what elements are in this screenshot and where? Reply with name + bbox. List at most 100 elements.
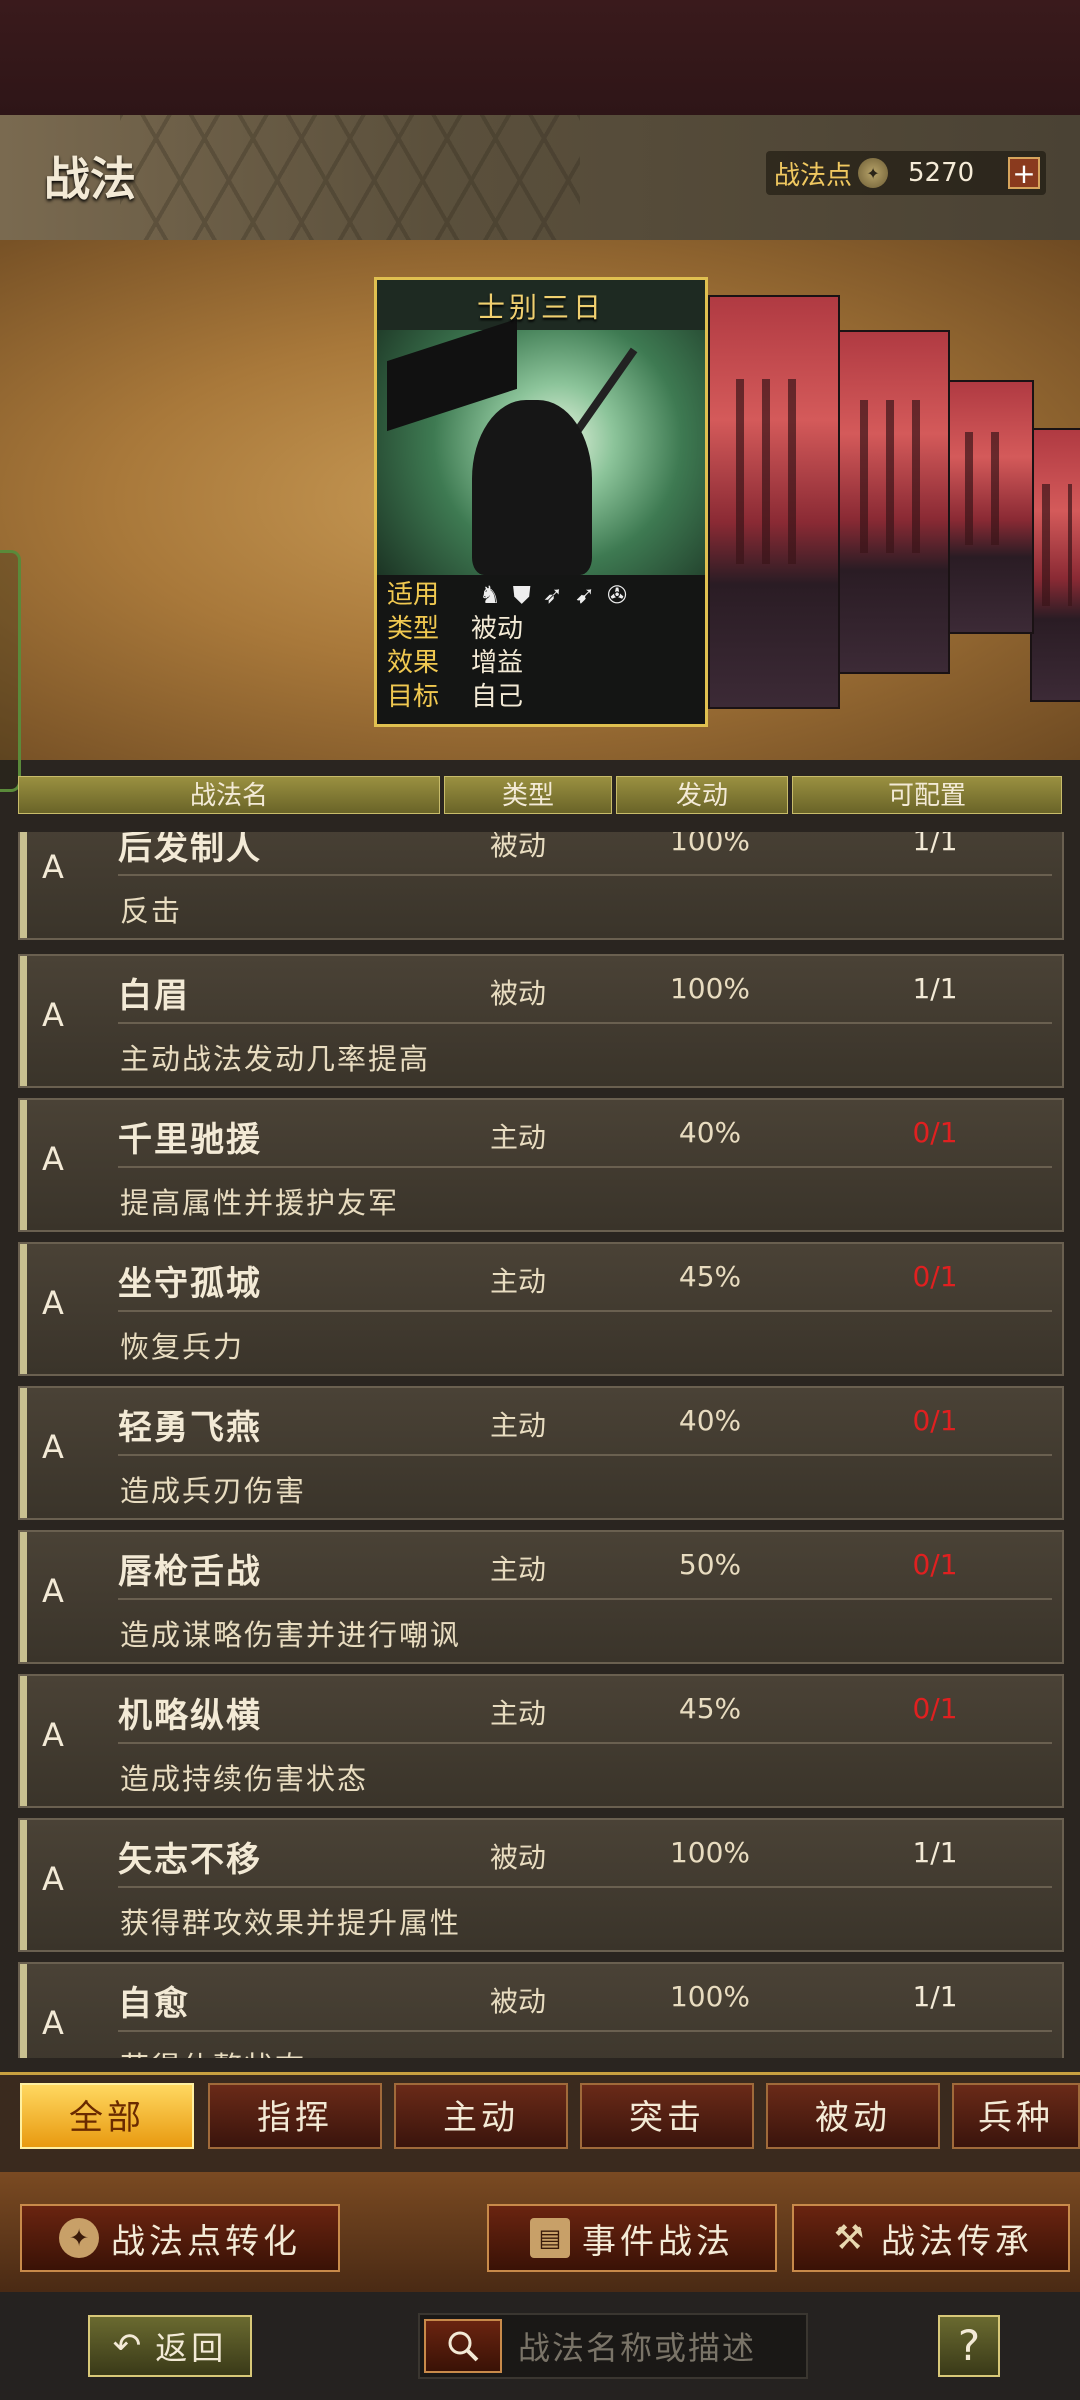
card-info-panel: 适用 ♞ ⛊ ➶ ➹ ✇ 类型 被动 效果 增益 目标 自己 (377, 575, 705, 724)
search-box (418, 2313, 808, 2379)
tactic-config: 0/1 (912, 1116, 958, 1149)
header-name[interactable]: 战法名 (18, 776, 440, 814)
info-key: 类型 (387, 614, 440, 644)
points-label: 战法点 (774, 160, 853, 191)
tactic-config: 1/1 (912, 1980, 958, 2013)
tactic-desc: 造成持续伤害状态 (120, 1762, 369, 1796)
carousel-card[interactable] (946, 380, 1034, 634)
tactic-type: 被动 (490, 1985, 547, 2018)
header-config[interactable]: 可配置 (792, 776, 1062, 814)
row-divider (118, 1022, 1052, 1024)
row-divider (118, 1166, 1052, 1168)
header-rate[interactable]: 发动 (616, 776, 788, 814)
search-button[interactable] (424, 2319, 502, 2373)
carousel-card[interactable] (1030, 428, 1080, 702)
tactic-rate: 50% (678, 1548, 742, 1581)
tab-all[interactable]: 全部 (20, 2083, 194, 2149)
tactic-row[interactable]: A 千里驰援 主动 40% 0/1 提高属性并援护友军 (18, 1098, 1064, 1232)
tactic-type: 主动 (490, 1553, 547, 1586)
info-row-type: 类型 被动 (387, 613, 523, 645)
tactic-grade: A (42, 848, 64, 886)
tactic-row[interactable]: A 坐守孤城 主动 45% 0/1 恢复兵力 (18, 1242, 1064, 1376)
scroll-icon: ▤ (530, 2218, 570, 2258)
tactic-grade: A (42, 996, 64, 1034)
tactic-row[interactable]: A 矢志不移 被动 100% 1/1 获得群攻效果并提升属性 (18, 1818, 1064, 1952)
info-value: 自己 (471, 682, 524, 712)
tactic-desc: 获得群攻效果并提升属性 (120, 1906, 462, 1940)
featured-tactic-card[interactable]: 士别三日 适用 ♞ ⛊ ➶ ➹ ✇ 类型 被动 效果 增益 目标 自己 (374, 277, 708, 727)
tactic-row[interactable]: A 轻勇飞燕 主动 40% 0/1 造成兵刃伤害 (18, 1386, 1064, 1520)
tactic-rate: 40% (678, 1404, 742, 1437)
tactic-rate: 100% (669, 1980, 751, 2013)
tactic-desc: 获得休整状态 (120, 2044, 306, 2058)
tab-command[interactable]: 指挥 (208, 2083, 382, 2149)
tactic-row[interactable]: A 自愈 被动 100% 1/1 获得休整状态 (18, 1962, 1064, 2058)
tactic-row[interactable]: A 白眉 被动 100% 1/1 主动战法发动几率提高 (18, 954, 1064, 1088)
card-title: 士别三日 (476, 291, 605, 324)
tactic-desc: 主动战法发动几率提高 (120, 1042, 431, 1076)
coin-icon: ✦ (59, 2218, 99, 2258)
shield-icon: ⛊ (512, 581, 531, 609)
tactic-name: 白眉 (118, 976, 190, 1016)
tactic-config: 0/1 (912, 1404, 958, 1437)
tactic-desc: 造成兵刃伤害 (120, 1474, 307, 1508)
carousel-card[interactable] (836, 330, 950, 674)
tab-active[interactable]: 主动 (394, 2083, 568, 2149)
row-accent (20, 1820, 27, 1950)
tactic-rate: 45% (678, 1260, 742, 1293)
tactic-type: 被动 (490, 1841, 547, 1874)
tactic-rate: 45% (678, 1692, 742, 1725)
tab-troop[interactable]: 兵种 (952, 2083, 1080, 2149)
tactic-grade: A (42, 1860, 64, 1898)
info-key: 适用 (387, 580, 440, 610)
inherit-label: 战法传承 (881, 2221, 1033, 2262)
add-points-button[interactable]: + (1008, 157, 1040, 189)
tactic-type: 主动 (490, 1121, 547, 1154)
info-row-effect: 效果 增益 (387, 647, 523, 679)
tactic-grade: A (42, 1140, 64, 1178)
tactic-rate: 100% (669, 832, 751, 857)
tactic-config: 0/1 (912, 1548, 958, 1581)
tactic-desc: 造成谋略伤害并进行嘲讽 (120, 1618, 462, 1652)
row-accent (20, 1676, 27, 1806)
info-row-target: 目标 自己 (387, 681, 523, 713)
carousel-left-handle[interactable] (0, 550, 21, 792)
tactic-row[interactable]: A 后发制人 被动 100% 1/1 反击 (18, 832, 1064, 940)
event-tactic-button[interactable]: ▤ 事件战法 (487, 2204, 777, 2272)
tab-assault[interactable]: 突击 (580, 2083, 754, 2149)
event-label: 事件战法 (582, 2221, 734, 2262)
tactic-config: 1/1 (912, 972, 958, 1005)
row-accent (20, 832, 27, 938)
row-accent (20, 956, 27, 1086)
tactic-grade: A (42, 1284, 64, 1322)
tab-passive[interactable]: 被动 (766, 2083, 940, 2149)
row-divider (118, 1886, 1052, 1888)
tactic-name: 后发制人 (118, 832, 262, 868)
tactic-type: 被动 (490, 832, 547, 862)
help-button[interactable]: ? (938, 2315, 1000, 2377)
row-accent (20, 1388, 27, 1518)
carousel-card[interactable] (708, 295, 840, 709)
info-key: 效果 (387, 648, 440, 678)
tactic-name: 坐守孤城 (118, 1264, 262, 1304)
back-button[interactable]: ↶ 返回 (88, 2315, 252, 2377)
row-divider (118, 1598, 1052, 1600)
convert-label: 战法点转化 (111, 2221, 301, 2262)
convert-points-button[interactable]: ✦ 战法点转化 (20, 2204, 340, 2272)
back-arrow-icon: ↶ (112, 2326, 146, 2366)
header-type[interactable]: 类型 (444, 776, 612, 814)
row-divider (118, 1454, 1052, 1456)
info-value: 增益 (471, 648, 524, 678)
tactic-rate: 40% (678, 1116, 742, 1149)
hammer-icon: ⚒ (833, 2218, 865, 2258)
tactic-type: 主动 (490, 1409, 547, 1442)
search-input[interactable] (516, 2325, 800, 2371)
tactic-row[interactable]: A 机略纵横 主动 45% 0/1 造成持续伤害状态 (18, 1674, 1064, 1808)
tactic-list[interactable]: A 后发制人 被动 100% 1/1 反击 A 白眉 被动 100% 1/1 主… (18, 832, 1064, 2058)
tactic-rate: 100% (669, 1836, 751, 1869)
points-value: 5270 (908, 158, 975, 188)
tactic-row[interactable]: A 唇枪舌战 主动 50% 0/1 造成谋略伤害并进行嘲讽 (18, 1530, 1064, 1664)
tactic-name: 机略纵横 (118, 1696, 262, 1736)
inherit-tactic-button[interactable]: ⚒ 战法传承 (792, 2204, 1070, 2272)
tactic-desc: 反击 (120, 894, 183, 928)
